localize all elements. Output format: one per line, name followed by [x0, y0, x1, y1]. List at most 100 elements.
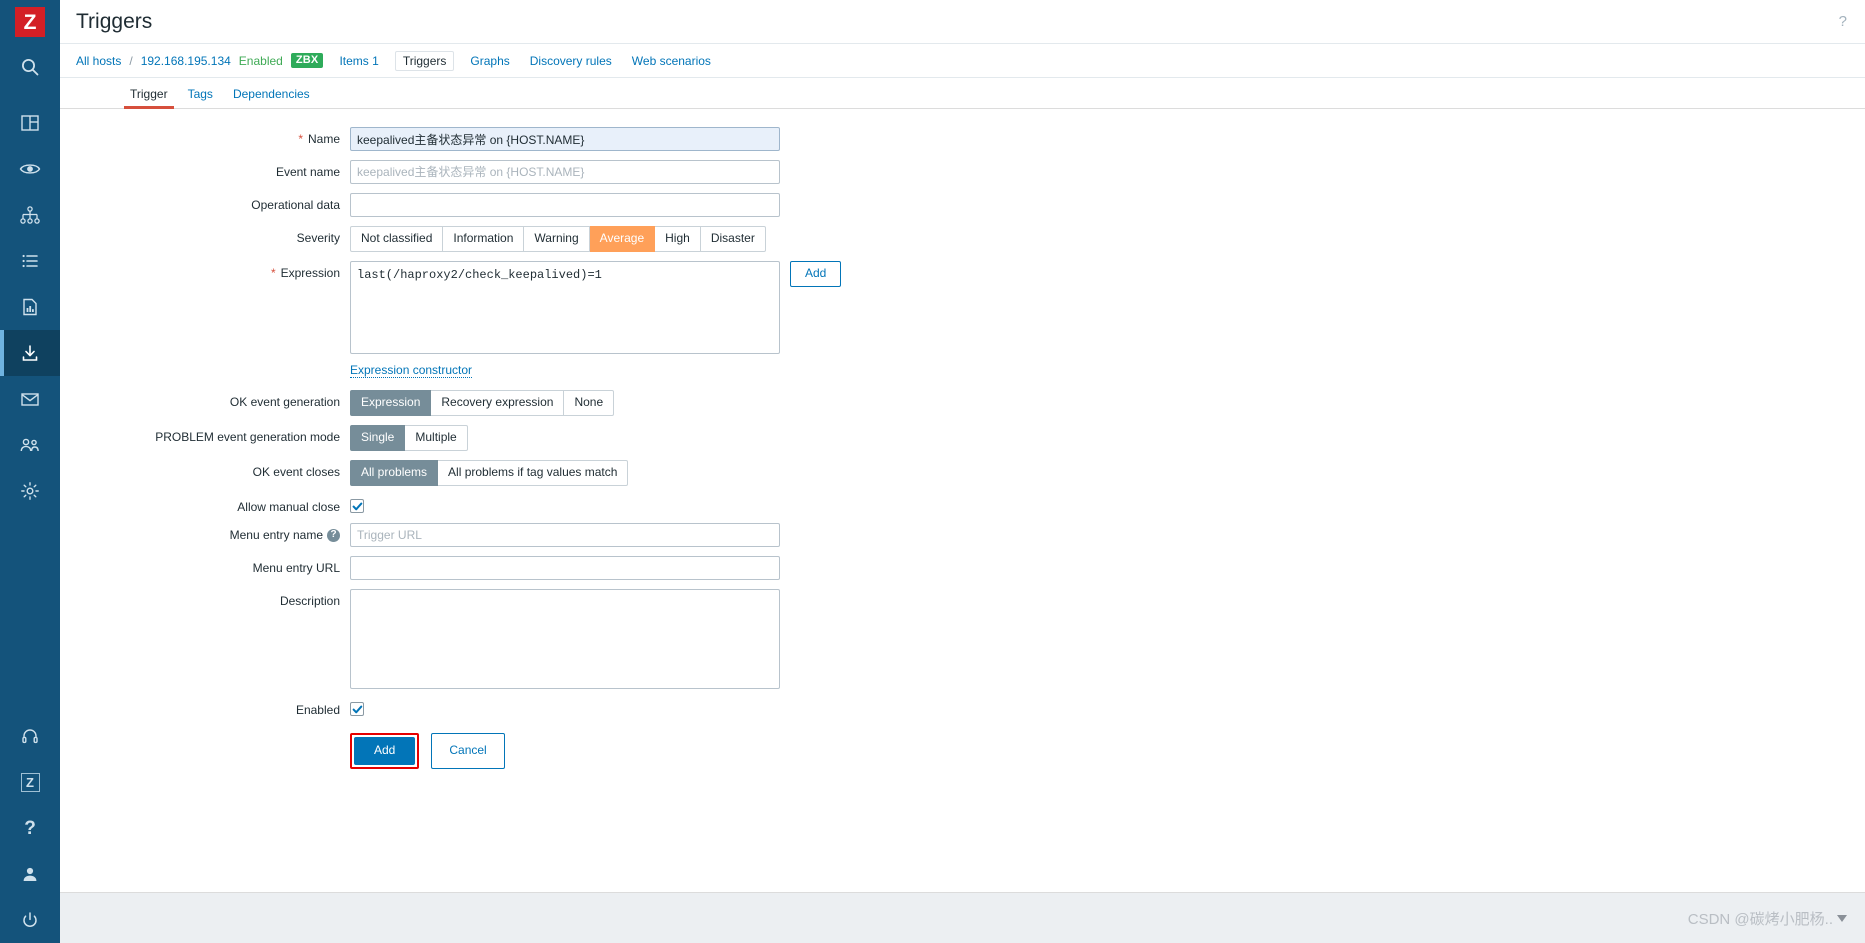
tab-tags[interactable]: Tags [178, 82, 223, 108]
sidebar-item-inventory[interactable] [0, 238, 60, 284]
sidebar-item-search[interactable] [0, 44, 60, 90]
sidebar-item-users[interactable] [0, 422, 60, 468]
expression-constructor-link[interactable]: Expression constructor [350, 363, 473, 378]
severity-option-information[interactable]: Information [443, 226, 525, 252]
breadcrumb-tab-items[interactable]: Items 1 [335, 52, 382, 70]
power-signout-icon [21, 911, 39, 929]
host-status-enabled[interactable]: Enabled [239, 54, 283, 68]
sidebar-item-support[interactable] [0, 713, 60, 759]
sidebar-item-services[interactable] [0, 192, 60, 238]
field-row-operational-data: Operational data [60, 193, 1865, 217]
breadcrumb-tab-graphs[interactable]: Graphs [466, 52, 513, 70]
cancel-button[interactable]: Cancel [431, 733, 505, 769]
severity-option-high[interactable]: High [655, 226, 701, 252]
label-description: Description [279, 594, 340, 608]
bottom-bar: CSDN @碳烤小肥杨.. [60, 893, 1865, 943]
breadcrumb-tab-web-scenarios[interactable]: Web scenarios [628, 52, 715, 70]
sidebar-item-reports[interactable] [0, 284, 60, 330]
page-help-icon[interactable]: ? [1839, 13, 1851, 30]
zabbix-logo[interactable]: Z [0, 0, 60, 44]
sidebar-item-signout[interactable] [0, 897, 60, 943]
required-marker: * [298, 132, 303, 146]
severity-segmented-control: Not classified Information Warning Avera… [350, 226, 766, 252]
field-row-severity: Severity Not classified Information Warn… [60, 226, 1865, 252]
label-expression-text: Expression [280, 266, 340, 280]
enabled-checkbox[interactable] [350, 702, 364, 716]
ok-event-generation-option-none[interactable]: None [564, 390, 615, 416]
label-menu-entry-url: Menu entry URL [252, 561, 340, 575]
severity-option-warning[interactable]: Warning [524, 226, 590, 252]
allow-manual-close-checkbox[interactable] [350, 499, 364, 513]
zbx-availability-badge: ZBX [290, 53, 324, 68]
csdn-watermark: CSDN @碳烤小肥杨.. [1688, 908, 1847, 929]
field-row-ok-event-generation: OK event generation Expression Recovery … [60, 390, 1865, 416]
breadcrumb-host[interactable]: 192.168.195.134 [141, 54, 231, 68]
page-title: Triggers [76, 9, 153, 33]
expression-add-button[interactable]: Add [790, 261, 842, 287]
help-question-icon: ? [24, 817, 36, 839]
severity-option-not-classified[interactable]: Not classified [350, 226, 444, 252]
problem-event-mode-option-multiple[interactable]: Multiple [405, 425, 468, 451]
required-marker-expression: * [270, 266, 276, 280]
sidebar-item-zabbix-share[interactable]: Z [0, 759, 60, 805]
event-name-input[interactable] [350, 160, 780, 184]
operational-data-input[interactable] [350, 193, 780, 217]
search-icon [20, 57, 40, 77]
field-row-name: * Name [60, 127, 1865, 151]
ok-event-closes-option-tag-values-match[interactable]: All problems if tag values match [438, 460, 629, 486]
label-ok-event-closes: OK event closes [252, 465, 340, 479]
ok-event-generation-option-expression[interactable]: Expression [350, 390, 432, 416]
breadcrumb-separator: / [129, 53, 133, 68]
watermark-text: CSDN @碳烤小肥杨.. [1687, 910, 1833, 928]
alerts-mail-icon [20, 389, 40, 409]
field-row-allow-manual-close: Allow manual close [60, 495, 1865, 514]
zabbix-share-icon: Z [20, 772, 40, 792]
tab-dependencies[interactable]: Dependencies [223, 82, 320, 108]
sidebar: Z Z ? [0, 0, 60, 943]
severity-option-average[interactable]: Average [589, 226, 656, 252]
top-bar: Triggers ? [60, 0, 1865, 44]
ok-event-generation-segmented-control: Expression Recovery expression None [350, 390, 615, 416]
sidebar-item-dashboards[interactable] [0, 100, 60, 146]
expression-textarea[interactable]: last(/haproxy2/check_keepalived)=1 [350, 261, 780, 354]
breadcrumb-tab-discovery-rules[interactable]: Discovery rules [526, 52, 616, 70]
dashboard-icon [20, 113, 40, 133]
label-allow-manual-close: Allow manual close [237, 500, 340, 514]
field-row-event-name: Event name [60, 160, 1865, 184]
sidebar-item-alerts[interactable] [0, 376, 60, 422]
sidebar-item-help[interactable]: ? [0, 805, 60, 851]
menu-entry-name-help-icon[interactable]: ? [327, 528, 340, 542]
form-actions-spacer [60, 733, 350, 769]
sidebar-item-administration[interactable] [0, 468, 60, 514]
data-collection-icon [20, 343, 40, 363]
field-row-enabled: Enabled [60, 698, 1865, 717]
label-operational-data: Operational data [251, 198, 340, 212]
ok-event-generation-option-recovery-expression[interactable]: Recovery expression [431, 390, 565, 416]
label-problem-event-generation-mode: PROBLEM event generation mode [155, 430, 340, 444]
ok-event-closes-segmented-control: All problems All problems if tag values … [350, 460, 629, 486]
menu-entry-url-input[interactable] [350, 556, 780, 580]
form-tab-strip: Trigger Tags Dependencies [60, 78, 1865, 109]
label-event-name: Event name [275, 165, 340, 179]
field-row-description: Description [60, 589, 1865, 689]
description-textarea[interactable] [350, 589, 780, 689]
form-actions-row: Add Cancel [60, 733, 1865, 769]
tab-trigger[interactable]: Trigger [120, 82, 178, 109]
label-menu-entry-name-text: Menu entry name [229, 528, 323, 542]
gear-icon [20, 481, 40, 501]
problem-event-generation-mode-segmented-control: Single Multiple [350, 425, 468, 451]
services-tree-icon [19, 205, 41, 225]
ok-event-closes-option-all-problems[interactable]: All problems [350, 460, 439, 486]
breadcrumb-tab-triggers[interactable]: Triggers [394, 50, 455, 71]
sidebar-item-monitoring[interactable] [0, 146, 60, 192]
breadcrumb-all-hosts[interactable]: All hosts [76, 54, 121, 68]
name-input[interactable] [350, 127, 780, 151]
watermark-caret-icon [1837, 914, 1847, 922]
severity-option-disaster[interactable]: Disaster [700, 226, 766, 252]
label-severity: Severity [296, 231, 340, 245]
problem-event-mode-option-single[interactable]: Single [350, 425, 406, 451]
submit-add-button[interactable]: Add [354, 737, 416, 765]
sidebar-item-user-settings[interactable] [0, 851, 60, 897]
menu-entry-name-input[interactable] [350, 523, 780, 547]
sidebar-item-data-collection[interactable] [0, 330, 60, 376]
